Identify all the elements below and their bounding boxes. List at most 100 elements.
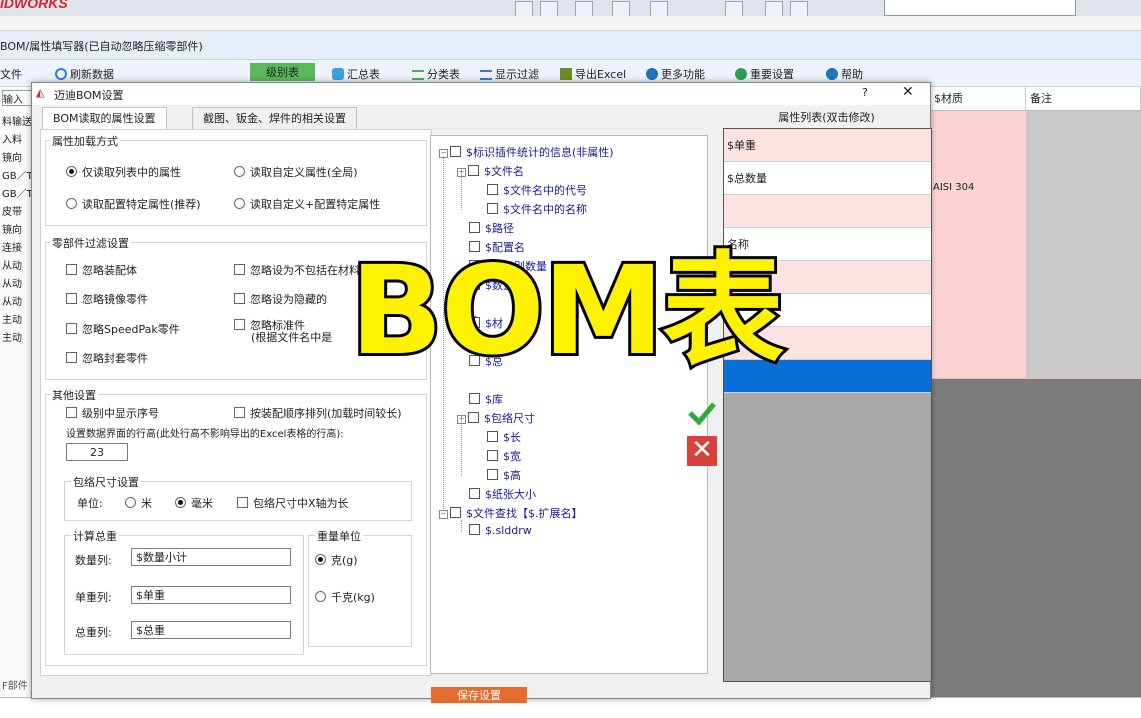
radio-icon	[234, 198, 245, 209]
list-item[interactable]: GB／T	[2, 167, 34, 182]
list-item[interactable]: 从动	[2, 275, 34, 290]
tree-node[interactable]: $.slddrw	[469, 524, 532, 537]
material-column	[930, 111, 1026, 379]
unit-meter-radio[interactable]: 米	[125, 495, 152, 511]
ignore-speedpak-checkbox[interactable]: 忽略SpeedPak零件	[66, 321, 180, 337]
checkbox-icon	[66, 407, 77, 418]
grid-header-material[interactable]: $材质	[930, 87, 1026, 111]
unit-mm-radio[interactable]: 毫米	[175, 495, 213, 511]
tree-node[interactable]: $库	[469, 391, 503, 407]
toolbar-icon[interactable]	[650, 1, 668, 16]
checkbox-icon	[487, 203, 498, 214]
assembly-order-checkbox[interactable]: 按装配顺序排列(加载时间较长)	[234, 405, 402, 421]
checkmark-icon[interactable]	[688, 401, 716, 425]
load-mode-group: 属性加载方式 仅读取列表中的属性 读取自定义属性(全局) 读取配置特定属性(推荐…	[45, 133, 427, 226]
weight-unit-label: 重量单位	[315, 528, 363, 544]
checkbox-icon	[469, 393, 480, 404]
toolbar-icon[interactable]	[790, 1, 808, 16]
tree-node[interactable]: − $包络尺寸	[457, 410, 535, 426]
list-item[interactable]: 从动	[2, 257, 34, 272]
list-item[interactable]: 料输送	[2, 113, 34, 128]
tree-node[interactable]: $路径	[469, 220, 514, 236]
load-mode-opt1[interactable]: 仅读取列表中的属性	[66, 164, 181, 180]
tab-screenshot-sheetmetal[interactable]: 截图、钣金、焊件的相关设置	[192, 107, 357, 130]
tree-node[interactable]: $文件名中的代号	[487, 182, 587, 198]
grid-header-remark[interactable]: 备注	[1026, 87, 1141, 111]
checkbox-icon	[469, 524, 480, 535]
more-button[interactable]: 更多功能	[646, 66, 705, 82]
export-excel-button[interactable]: 导出Excel	[560, 66, 626, 82]
tree-node[interactable]: $高	[487, 467, 521, 483]
list-item[interactable]: 镜向	[2, 221, 34, 236]
list-item[interactable]: 入料	[2, 131, 34, 146]
tree-node[interactable]: $宽	[487, 448, 521, 464]
tree-node[interactable]: − $标识插件统计的信息(非属性)	[439, 144, 614, 160]
category-button[interactable]: 分类表	[412, 66, 460, 82]
app-title-bar: BOM/属性填写器(已自动忽略压缩零部件)	[0, 31, 1141, 60]
prop-row[interactable]	[724, 195, 931, 228]
tree-node[interactable]: $长	[487, 429, 521, 445]
unit-weight-input[interactable]: $单重	[131, 586, 291, 604]
x-axis-long-checkbox[interactable]: 包络尺寸中X轴为长	[237, 495, 349, 511]
qty-col-input[interactable]: $数量小计	[131, 548, 291, 566]
toolbar-icon[interactable]	[725, 1, 743, 16]
top-search-input[interactable]	[884, 0, 1076, 16]
weight-unit-group: 重量单位 克(g) 千克(kg)	[308, 528, 412, 647]
ignore-assembly-checkbox[interactable]: 忽略装配体	[66, 262, 137, 278]
help-button[interactable]: 帮助	[826, 66, 863, 82]
filter-button[interactable]: 显示过滤	[480, 66, 539, 82]
load-mode-opt4[interactable]: 读取自定义+配置特定属性	[234, 196, 380, 212]
prop-row[interactable]: $单重	[724, 129, 931, 162]
settings-panel: 属性加载方式 仅读取列表中的属性 读取自定义属性(全局) 读取配置特定属性(推荐…	[40, 129, 432, 676]
save-settings-button[interactable]: 保存设置	[431, 687, 527, 703]
close-icon[interactable]: ✕	[902, 84, 914, 100]
summary-button[interactable]: 汇总表	[332, 66, 380, 82]
delete-icon[interactable]: ✕	[687, 436, 717, 466]
list-item[interactable]: 皮带	[2, 203, 34, 218]
important-settings-button[interactable]: 重要设置	[735, 66, 794, 82]
remark-column	[1026, 111, 1141, 379]
tree-node[interactable]: $纸张大小	[469, 486, 536, 502]
load-mode-opt3[interactable]: 读取配置特定属性(推荐)	[66, 196, 201, 212]
ignore-mirror-checkbox[interactable]: 忽略镜像零件	[66, 291, 148, 307]
grid-cell-material[interactable]: AISI 304	[930, 177, 1026, 199]
list-item[interactable]: 镜向	[2, 149, 34, 164]
gear-icon	[735, 68, 747, 80]
row-height-input[interactable]: 23	[66, 443, 128, 461]
list-item[interactable]: 从动	[2, 293, 34, 308]
dialog-help-button[interactable]: ?	[862, 86, 868, 99]
collapse-icon: −	[439, 510, 448, 519]
prop-list: $单重 $总数量 名称	[723, 128, 932, 682]
collapse-icon: −	[457, 415, 466, 424]
checkbox-icon	[450, 507, 461, 518]
list-item[interactable]: 主动	[2, 329, 34, 344]
show-seq-checkbox[interactable]: 级别中显示序号	[66, 405, 159, 421]
checkbox-icon	[66, 293, 77, 304]
tree-node[interactable]: − $文件查找【$.扩展名】	[439, 505, 583, 521]
list-item[interactable]: 连接	[2, 239, 34, 254]
level-table-button[interactable]: 级别表	[250, 63, 315, 81]
list-item[interactable]: GB／T	[2, 185, 34, 200]
gram-radio[interactable]: 克(g)	[315, 552, 358, 568]
ignore-hidden-checkbox[interactable]: 忽略设为隐藏的	[234, 291, 327, 307]
menu-file[interactable]: 文件	[0, 66, 22, 82]
tab-bom-read[interactable]: BOM读取的属性设置	[42, 107, 167, 131]
row-height-label: 设置数据界面的行高(此处行高不影响导出的Excel表格的行高):	[66, 429, 344, 440]
list-item[interactable]: 主动	[2, 311, 34, 326]
qty-col-label: 数量列:	[75, 554, 112, 567]
load-mode-opt2[interactable]: 读取自定义属性(全局)	[234, 164, 358, 180]
tree-node[interactable]: $文件名中的名称	[487, 201, 587, 217]
toolbar-icon[interactable]	[540, 1, 558, 16]
tree-node[interactable]: − $文件名	[457, 163, 524, 179]
toolbar-icon[interactable]	[765, 1, 783, 16]
kg-radio[interactable]: 千克(kg)	[315, 589, 375, 605]
toolbar-icon[interactable]	[612, 1, 630, 16]
refresh-button[interactable]: 刷新数据	[55, 66, 114, 82]
ignore-kit-checkbox[interactable]: 忽略封套零件	[66, 350, 148, 366]
toolbar-icon[interactable]	[575, 1, 593, 16]
total-weight-input[interactable]: $总重	[131, 621, 291, 639]
toolbar-icon[interactable]	[515, 1, 533, 16]
list-icon	[412, 70, 424, 80]
refresh-icon	[55, 68, 67, 80]
prop-row[interactable]: $总数量	[724, 162, 931, 195]
